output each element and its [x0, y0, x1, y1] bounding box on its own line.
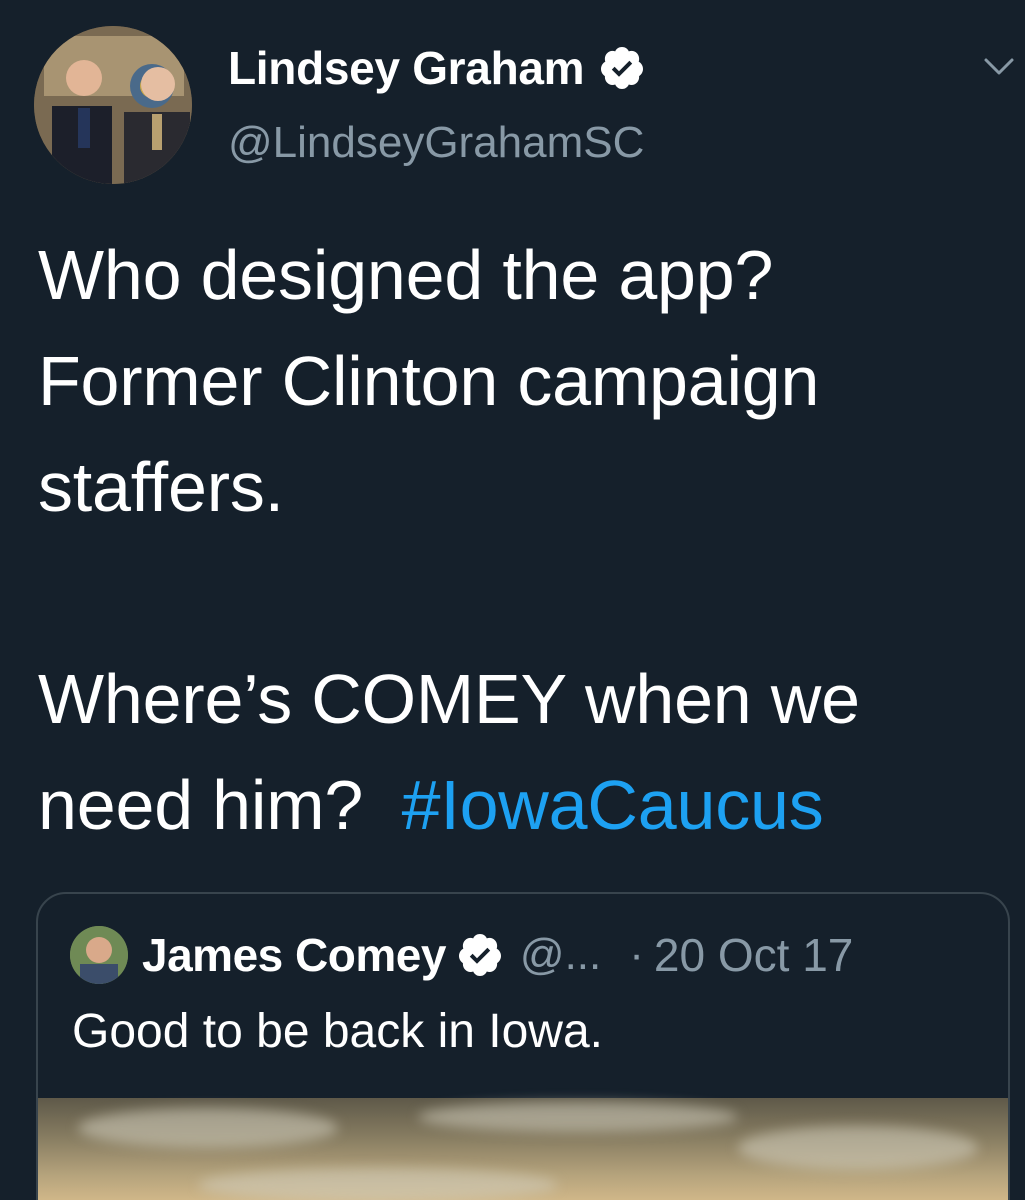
- verified-badge-icon: [598, 44, 646, 92]
- tweet-text-line: staffers.: [38, 448, 284, 526]
- tweet: Lindsey Graham @LindseyGrahamSC Who desi…: [0, 0, 1025, 1200]
- hashtag-link[interactable]: #IowaCaucus: [402, 766, 824, 844]
- quoted-tweet-date[interactable]: 20 Oct 17: [654, 928, 853, 982]
- author-name-row: Lindsey Graham: [228, 38, 646, 98]
- quoted-tweet-image[interactable]: [38, 1098, 1008, 1200]
- tweet-text-line: Who designed the app?: [38, 236, 774, 314]
- chevron-down-icon[interactable]: [982, 54, 1016, 80]
- author-handle[interactable]: @LindseyGrahamSC: [228, 118, 644, 168]
- tweet-text-line: Where’s COMEY when we: [38, 660, 860, 738]
- verified-badge-icon: [456, 931, 504, 979]
- quoted-author-avatar[interactable]: [70, 926, 128, 984]
- quoted-tweet-card[interactable]: James Comey @... · 20 Oct 17 Good to be …: [36, 892, 1010, 1200]
- quoted-tweet-header: James Comey @... · 20 Oct 17: [70, 924, 853, 986]
- tweet-text-line-with-hashtag: need him? #IowaCaucus: [38, 752, 824, 858]
- quoted-author-name[interactable]: James Comey: [142, 928, 446, 982]
- tweet-text-segment: need him?: [38, 766, 402, 844]
- separator-dot: ·: [629, 930, 644, 979]
- author-name[interactable]: Lindsey Graham: [228, 41, 585, 95]
- quoted-tweet-text: Good to be back in Iowa.: [72, 1005, 603, 1058]
- quoted-author-handle[interactable]: @...: [520, 930, 601, 980]
- author-avatar[interactable]: [34, 26, 192, 184]
- tweet-text-line: Former Clinton campaign: [38, 342, 820, 420]
